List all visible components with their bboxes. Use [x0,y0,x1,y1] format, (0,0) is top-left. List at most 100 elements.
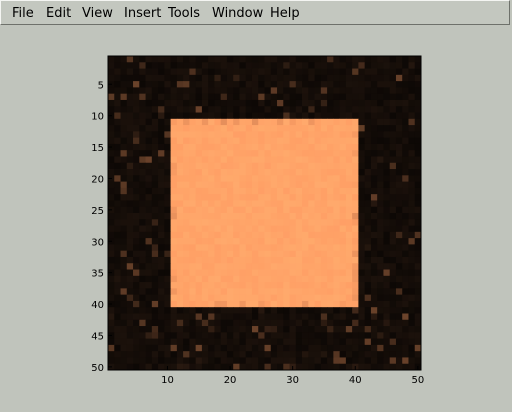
heatmap-cell [389,338,397,346]
heatmap-cell [339,332,347,339]
heatmap-cell [408,332,416,339]
heatmap-cell [308,269,315,277]
heatmap-cell [283,169,290,176]
heatmap-cell [133,332,140,339]
heatmap-cell [333,282,341,289]
heatmap-cell [327,357,334,365]
heatmap-cell [377,307,384,314]
heatmap-cell [195,282,203,289]
menu-insert[interactable]: Insert [124,6,161,22]
heatmap-cell [139,307,146,314]
heatmap-cell [139,363,146,371]
heatmap-cell [308,282,315,289]
menu-help[interactable]: Help [270,6,300,22]
heatmap-cell [239,194,247,201]
heatmap-cell [183,68,190,76]
heatmap-cell [114,169,121,176]
heatmap-cell [414,319,422,327]
heatmap-cell [201,187,209,195]
heatmap-cell [370,275,378,283]
heatmap-cell [164,125,171,132]
heatmap-cell [345,300,353,308]
heatmap-cell [333,344,341,352]
heatmap-cell [358,288,366,296]
heatmap-cell [402,363,409,371]
heatmap-cell [245,363,253,371]
heatmap-cell [414,169,422,176]
heatmap-cell [195,225,203,233]
heatmap-cell [120,175,128,182]
heatmap-cell [402,319,409,327]
heatmap-cell [139,263,146,270]
heatmap-cell [277,344,284,352]
heatmap-cell [408,62,416,69]
menu-window[interactable]: Window [212,6,263,22]
heatmap-cell [233,118,240,126]
heatmap-cell [245,56,253,63]
heatmap-cell [314,62,322,69]
heatmap-cell [108,150,115,157]
heatmap-cell [295,169,303,176]
heatmap-cell [233,169,240,176]
heatmap-cell [414,332,422,339]
heatmap-cell [164,244,171,252]
heatmap-cell [158,344,165,352]
heatmap-cell [402,93,409,101]
heatmap-cell [233,357,240,365]
heatmap-cell [389,200,397,208]
heatmap-cell [295,68,303,76]
heatmap-cell [358,87,366,95]
heatmap-cell [133,250,140,258]
heatmap-cell [164,351,171,358]
heatmap-cell [176,81,184,88]
heatmap-cell [339,307,347,314]
menu-edit[interactable]: Edit [46,6,71,22]
heatmap-cell [145,206,153,214]
heatmap-cell [220,131,228,139]
menu-view[interactable]: View [82,6,113,22]
heatmap-cell [283,62,290,69]
heatmap-cell [245,313,253,321]
heatmap-cell [302,282,309,289]
heatmap-cell [283,319,290,327]
heatmap-cell [108,351,115,358]
heatmap-cell [183,351,190,358]
heatmap-cell [114,313,121,321]
heatmap-cell [183,106,190,113]
heatmap-cell [402,219,409,226]
heatmap-cell [377,187,384,195]
heatmap-cell [195,137,203,145]
menu-file[interactable]: File [12,6,34,22]
heatmap-cell [283,256,290,264]
heatmap-cell [245,213,253,220]
heatmap-cell [389,106,397,113]
heatmap-cell [151,319,159,327]
heatmap-cell [414,256,422,264]
heatmap-cell [245,206,253,214]
menu-tools[interactable]: Tools [168,6,200,22]
heatmap-cell [339,282,347,289]
heatmap-cell [377,326,384,333]
heatmap-cell [402,99,409,107]
heatmap-cell [314,225,322,233]
heatmap-cell [233,338,240,346]
heatmap-cell [277,225,284,233]
heatmap-cell [108,338,115,346]
heatmap-cell [352,162,359,170]
heatmap-cell [114,56,121,63]
heatmap-cell [226,219,234,226]
heatmap-cell [220,319,228,327]
heatmap-cell [339,74,347,82]
heatmap-cell [352,62,359,69]
heatmap-cell [183,162,190,170]
heatmap-cell [120,294,128,302]
heatmap-cell [170,269,178,277]
heatmap-cell [151,56,159,63]
heatmap-cell [145,313,153,321]
heatmap-cell [333,62,341,69]
heatmap-cell [395,131,403,139]
heatmap-cell [339,118,347,126]
heatmap-cell [283,99,290,107]
heatmap-cell [183,275,190,283]
heatmap-cell [258,238,265,245]
